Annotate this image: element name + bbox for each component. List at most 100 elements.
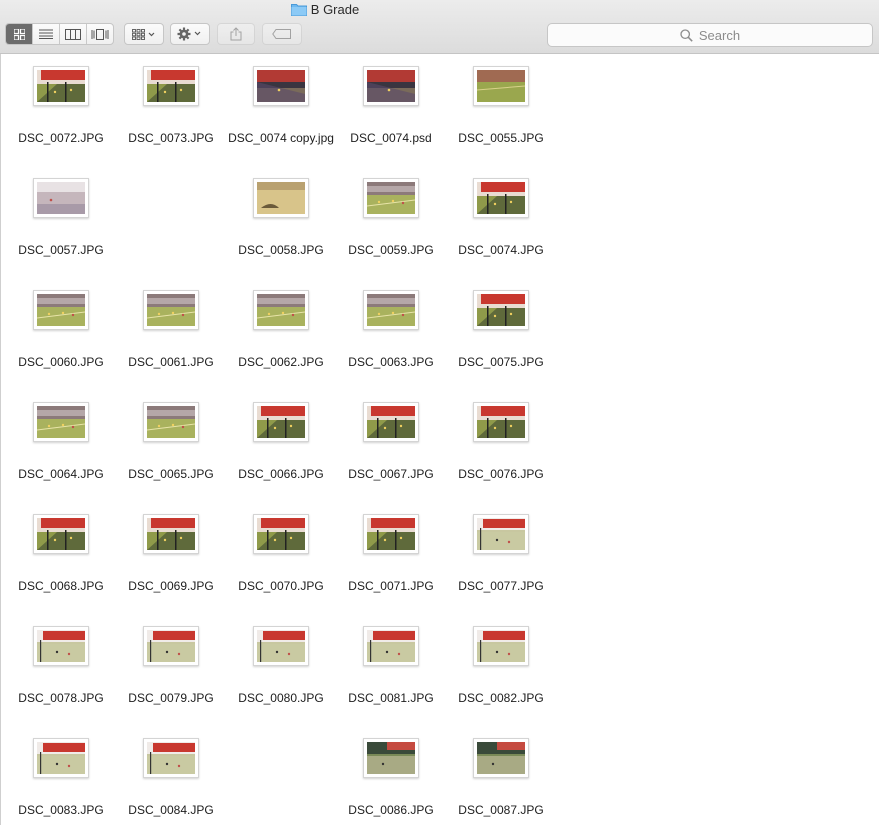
image-thumbnail[interactable] — [473, 626, 529, 666]
image-thumbnail[interactable] — [473, 402, 529, 442]
file-name[interactable]: DSC_0064.JPG — [6, 466, 116, 482]
file-name[interactable]: DSC_0087.JPG — [446, 802, 556, 818]
image-thumbnail[interactable] — [473, 738, 529, 778]
image-thumbnail[interactable] — [253, 514, 309, 554]
file-name[interactable]: DSC_0062.JPG — [226, 354, 336, 370]
file-item[interactable]: DSC_0072.JPG — [6, 66, 116, 146]
file-name[interactable]: DSC_0072.JPG — [6, 130, 116, 146]
file-item[interactable]: DSC_0064.JPG — [6, 402, 116, 482]
search-field[interactable]: Search — [547, 23, 873, 47]
file-name[interactable]: DSC_0078.JPG — [6, 690, 116, 706]
file-name[interactable]: DSC_0066.JPG — [226, 466, 336, 482]
file-name[interactable]: DSC_0079.JPG — [116, 690, 226, 706]
file-item[interactable]: DSC_0074.JPG — [446, 178, 556, 258]
image-thumbnail[interactable] — [33, 66, 89, 106]
file-name[interactable]: DSC_0060.JPG — [6, 354, 116, 370]
file-item[interactable]: DSC_0071.JPG — [336, 514, 446, 594]
image-thumbnail[interactable] — [363, 66, 419, 106]
image-thumbnail[interactable] — [143, 738, 199, 778]
file-item[interactable]: DSC_0081.JPG — [336, 626, 446, 706]
file-item[interactable]: DSC_0076.JPG — [446, 402, 556, 482]
file-name[interactable]: DSC_0063.JPG — [336, 354, 446, 370]
file-item[interactable]: DSC_0063.JPG — [336, 290, 446, 370]
file-name[interactable]: DSC_0070.JPG — [226, 578, 336, 594]
file-item[interactable]: DSC_0070.JPG — [226, 514, 336, 594]
icon-view-button[interactable] — [6, 24, 33, 44]
image-thumbnail[interactable] — [363, 738, 419, 778]
image-thumbnail[interactable] — [33, 514, 89, 554]
image-thumbnail[interactable] — [473, 66, 529, 106]
image-thumbnail[interactable] — [363, 290, 419, 330]
image-thumbnail[interactable] — [473, 514, 529, 554]
file-name[interactable]: DSC_0059.JPG — [336, 242, 446, 258]
image-thumbnail[interactable] — [253, 178, 309, 218]
file-item[interactable]: DSC_0073.JPG — [116, 66, 226, 146]
file-item[interactable]: DSC_0074.psd — [336, 66, 446, 146]
file-item[interactable]: DSC_0084.JPG — [116, 738, 226, 818]
image-thumbnail[interactable] — [363, 178, 419, 218]
file-item[interactable]: DSC_0087.JPG — [446, 738, 556, 818]
file-item[interactable]: DSC_0057.JPG — [6, 178, 116, 258]
file-name[interactable]: DSC_0074.psd — [336, 130, 446, 146]
image-thumbnail[interactable] — [33, 626, 89, 666]
list-view-button[interactable] — [33, 24, 60, 44]
cover-flow-view-button[interactable] — [87, 24, 113, 44]
file-item[interactable]: DSC_0065.JPG — [116, 402, 226, 482]
view-mode-switcher[interactable] — [5, 23, 114, 45]
file-item[interactable]: DSC_0075.JPG — [446, 290, 556, 370]
file-item[interactable]: DSC_0058.JPG — [226, 178, 336, 258]
file-name[interactable]: DSC_0082.JPG — [446, 690, 556, 706]
file-name[interactable]: DSC_0055.JPG — [446, 130, 556, 146]
image-thumbnail[interactable] — [143, 290, 199, 330]
file-item[interactable]: DSC_0067.JPG — [336, 402, 446, 482]
file-name[interactable]: DSC_0057.JPG — [6, 242, 116, 258]
file-item[interactable]: DSC_0060.JPG — [6, 290, 116, 370]
file-item[interactable]: DSC_0066.JPG — [226, 402, 336, 482]
image-thumbnail[interactable] — [143, 402, 199, 442]
file-name[interactable]: DSC_0073.JPG — [116, 130, 226, 146]
file-name[interactable]: DSC_0065.JPG — [116, 466, 226, 482]
image-thumbnail[interactable] — [33, 290, 89, 330]
file-item[interactable]: DSC_0061.JPG — [116, 290, 226, 370]
file-name[interactable]: DSC_0083.JPG — [6, 802, 116, 818]
image-thumbnail[interactable] — [143, 626, 199, 666]
file-item[interactable]: DSC_0083.JPG — [6, 738, 116, 818]
image-thumbnail[interactable] — [143, 514, 199, 554]
file-item[interactable]: DSC_0059.JPG — [336, 178, 446, 258]
file-name[interactable]: DSC_0061.JPG — [116, 354, 226, 370]
image-thumbnail[interactable] — [363, 402, 419, 442]
file-item[interactable]: DSC_0080.JPG — [226, 626, 336, 706]
file-name[interactable]: DSC_0074.JPG — [446, 242, 556, 258]
file-name[interactable]: DSC_0080.JPG — [226, 690, 336, 706]
arrange-button[interactable] — [124, 23, 164, 45]
file-name[interactable]: DSC_0084.JPG — [116, 802, 226, 818]
file-item[interactable]: DSC_0086.JPG — [336, 738, 446, 818]
tags-button[interactable] — [262, 23, 302, 45]
share-button[interactable] — [217, 23, 255, 45]
file-item[interactable]: DSC_0078.JPG — [6, 626, 116, 706]
image-thumbnail[interactable] — [33, 402, 89, 442]
file-item[interactable]: DSC_0062.JPG — [226, 290, 336, 370]
image-thumbnail[interactable] — [33, 178, 89, 218]
file-name[interactable]: DSC_0069.JPG — [116, 578, 226, 594]
image-thumbnail[interactable] — [143, 66, 199, 106]
image-thumbnail[interactable] — [473, 178, 529, 218]
file-name[interactable]: DSC_0074 copy.jpg — [226, 130, 336, 146]
file-name[interactable]: DSC_0058.JPG — [226, 242, 336, 258]
image-thumbnail[interactable] — [253, 66, 309, 106]
file-item[interactable]: DSC_0077.JPG — [446, 514, 556, 594]
file-name[interactable]: DSC_0086.JPG — [336, 802, 446, 818]
file-name[interactable]: DSC_0081.JPG — [336, 690, 446, 706]
image-thumbnail[interactable] — [363, 626, 419, 666]
file-item[interactable]: DSC_0069.JPG — [116, 514, 226, 594]
file-item[interactable]: DSC_0074 copy.jpg — [226, 66, 336, 146]
file-name[interactable]: DSC_0076.JPG — [446, 466, 556, 482]
file-name[interactable]: DSC_0075.JPG — [446, 354, 556, 370]
file-item[interactable]: DSC_0082.JPG — [446, 626, 556, 706]
file-item[interactable]: DSC_0079.JPG — [116, 626, 226, 706]
image-thumbnail[interactable] — [33, 738, 89, 778]
image-thumbnail[interactable] — [363, 514, 419, 554]
file-name[interactable]: DSC_0071.JPG — [336, 578, 446, 594]
file-name[interactable]: DSC_0077.JPG — [446, 578, 556, 594]
file-item[interactable]: DSC_0068.JPG — [6, 514, 116, 594]
